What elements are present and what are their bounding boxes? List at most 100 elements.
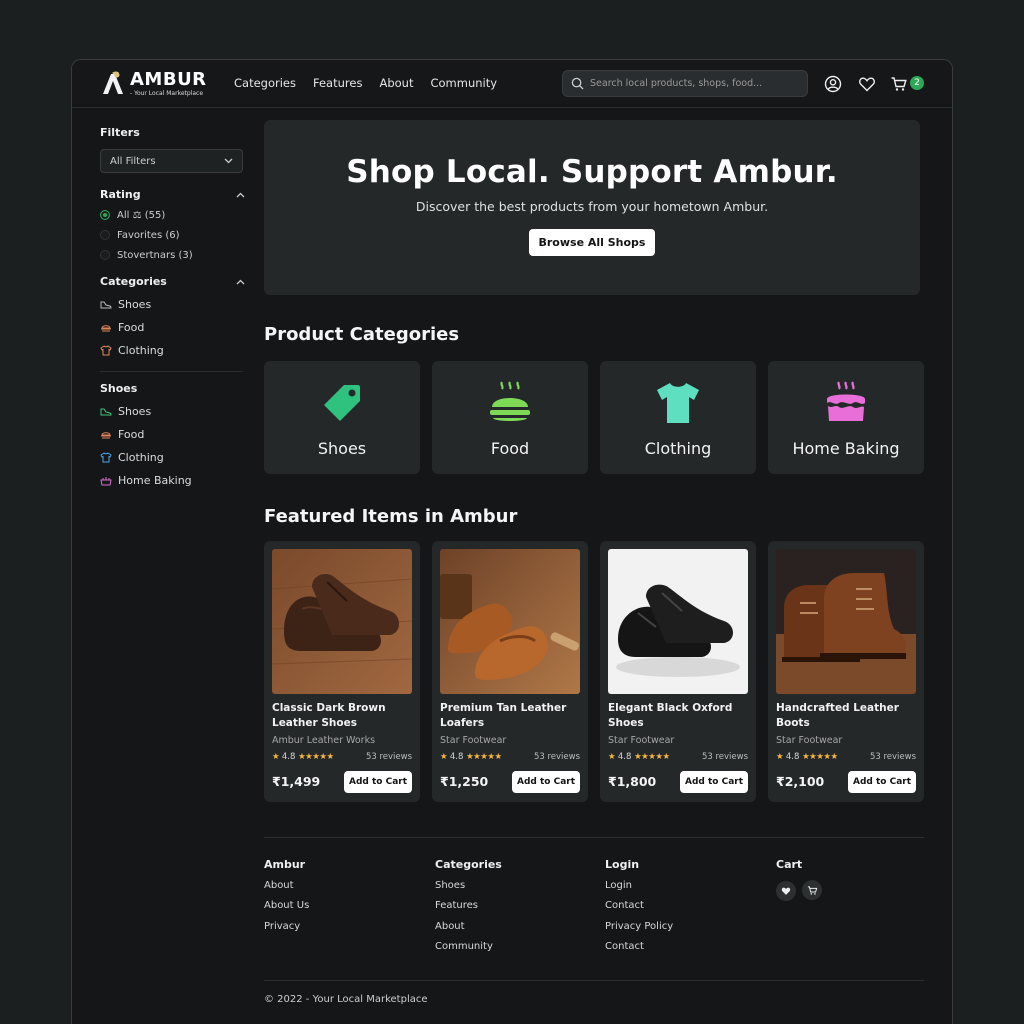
search-bar[interactable] xyxy=(562,70,808,97)
filter-select[interactable]: All Filters xyxy=(100,149,243,173)
footer-heart-button[interactable] xyxy=(776,880,796,901)
tag-icon xyxy=(324,385,360,421)
product-image[interactable] xyxy=(776,549,916,694)
brand-logo[interactable]: AMBUR - Your Local Marketplace xyxy=(100,69,207,97)
product-reviews: 53 reviews xyxy=(701,752,748,762)
cart-icon xyxy=(807,885,817,895)
footer-link[interactable]: Contact xyxy=(605,941,673,961)
star-rating-icons: ★★★★★ xyxy=(802,752,838,762)
category-card-home-baking[interactable]: Home Baking xyxy=(768,361,924,474)
product-card[interactable]: Premium Tan Leather Loafers Star Footwea… xyxy=(432,541,588,802)
add-to-cart-button[interactable]: Add to Cart xyxy=(512,771,580,793)
add-to-cart-button[interactable]: Add to Cart xyxy=(344,771,412,793)
product-image[interactable] xyxy=(608,549,748,694)
sidebar-item-shoes[interactable]: Shoes xyxy=(100,293,245,316)
hero-title: Shop Local. Support Ambur. xyxy=(346,154,838,190)
product-card[interactable]: Handcrafted Leather Boots Star Footwear … xyxy=(768,541,924,802)
rating-option-label: Favorites (6) xyxy=(117,229,180,241)
product-rating: ★ 4.8 ★★★★★ xyxy=(272,752,334,762)
shoe-icon xyxy=(100,301,112,308)
category-card-food[interactable]: Food xyxy=(432,361,588,474)
rating-value: 4.8 xyxy=(785,752,800,762)
product-name[interactable]: Handcrafted Leather Boots xyxy=(776,701,920,731)
footer-link[interactable]: Contact xyxy=(605,900,673,920)
star-icon: ★ xyxy=(272,752,280,762)
footer-link[interactable]: Privacy xyxy=(264,921,309,941)
add-to-cart-button[interactable]: Add to Cart xyxy=(848,771,916,793)
sidebar-item-label: Home Baking xyxy=(118,474,192,487)
add-to-cart-button[interactable]: Add to Cart xyxy=(680,771,748,793)
nav-features[interactable]: Features xyxy=(313,76,362,90)
cake-icon xyxy=(100,477,112,486)
search-input[interactable] xyxy=(590,78,800,89)
footer-link[interactable]: About xyxy=(264,880,309,900)
product-price: ₹1,800 xyxy=(608,774,657,789)
product-card[interactable]: Classic Dark Brown Leather Shoes Ambur L… xyxy=(264,541,420,802)
product-price: ₹1,499 xyxy=(272,774,321,789)
sidebar-item-label: Food xyxy=(118,428,145,441)
footer-link[interactable]: About xyxy=(435,921,502,941)
star-rating-icons: ★★★★★ xyxy=(634,752,670,762)
nav-community[interactable]: Community xyxy=(430,76,497,90)
product-name[interactable]: Classic Dark Brown Leather Shoes xyxy=(272,701,416,731)
logo-icon xyxy=(103,71,123,94)
radio-selected[interactable] xyxy=(100,210,110,220)
product-card[interactable]: Elegant Black Oxford Shoes Star Footwear… xyxy=(600,541,756,802)
footer-divider xyxy=(264,837,924,838)
star-rating-icons: ★★★★★ xyxy=(466,752,502,762)
heart-icon[interactable] xyxy=(858,75,876,93)
chevron-up-icon xyxy=(236,279,245,284)
footer-link[interactable]: Login xyxy=(605,880,673,900)
star-icon: ★ xyxy=(440,752,448,762)
chevron-up-icon xyxy=(236,192,245,197)
category-card-clothing[interactable]: Clothing xyxy=(600,361,756,474)
radio-unselected[interactable] xyxy=(100,250,110,260)
product-reviews: 53 reviews xyxy=(365,752,412,762)
footer-link[interactable]: Privacy Policy xyxy=(605,921,673,941)
category-label: Home Baking xyxy=(792,439,900,458)
food-icon xyxy=(101,432,111,439)
product-name[interactable]: Elegant Black Oxford Shoes xyxy=(608,701,752,731)
footer-link[interactable]: About Us xyxy=(264,900,309,920)
sidebar-item-home-baking[interactable]: Home Baking xyxy=(100,469,245,492)
cart-icon[interactable] xyxy=(890,75,908,93)
star-icon: ★ xyxy=(608,752,616,762)
nav-about[interactable]: About xyxy=(379,76,413,90)
product-image[interactable] xyxy=(272,549,412,694)
nav-categories[interactable]: Categories xyxy=(234,76,296,90)
tshirt-icon xyxy=(100,345,112,356)
footer-cart-button[interactable] xyxy=(802,880,822,900)
product-price: ₹1,250 xyxy=(440,774,489,789)
sidebar-item-label: Clothing xyxy=(118,344,164,357)
product-rating: ★ 4.8 ★★★★★ xyxy=(776,752,838,762)
radio-unselected[interactable] xyxy=(100,230,110,240)
rating-option-favorites[interactable]: Favorites (6) xyxy=(100,225,245,245)
sidebar-item-food[interactable]: Food xyxy=(100,316,245,339)
product-name[interactable]: Premium Tan Leather Loafers xyxy=(440,701,584,731)
product-shop[interactable]: Ambur Leather Works xyxy=(272,735,375,746)
sidebar-item-food[interactable]: Food xyxy=(100,423,245,446)
rating-option-all[interactable]: All ⚖ (55) xyxy=(100,205,245,225)
rating-option-third[interactable]: Stovertnars (3) xyxy=(100,245,245,265)
rating-value: 4.8 xyxy=(617,752,632,762)
category-card-shoes[interactable]: Shoes xyxy=(264,361,420,474)
product-shop[interactable]: Star Footwear xyxy=(776,735,842,746)
main-nav: Categories Features About Community xyxy=(234,76,497,90)
rating-header[interactable]: Rating xyxy=(100,188,245,201)
footer-link[interactable]: Features xyxy=(435,900,502,920)
sidebar-item-clothing[interactable]: Clothing xyxy=(100,446,245,469)
sidebar-divider xyxy=(100,371,243,372)
sidebar-item-clothing[interactable]: Clothing xyxy=(100,339,245,362)
app-window: AMBUR - Your Local Marketplace Categorie… xyxy=(71,59,953,1024)
footer-link[interactable]: Community xyxy=(435,941,502,961)
user-icon[interactable] xyxy=(824,75,842,93)
browse-shops-button[interactable]: Browse All Shops xyxy=(528,229,656,256)
product-shop[interactable]: Star Footwear xyxy=(608,735,674,746)
footer-link[interactable]: Shoes xyxy=(435,880,502,900)
brand-name: AMBUR xyxy=(130,69,207,90)
footer-col-categories: Categories Shoes Features About Communit… xyxy=(435,858,502,961)
product-image[interactable] xyxy=(440,549,580,694)
product-shop[interactable]: Star Footwear xyxy=(440,735,506,746)
sidebar-item-shoes[interactable]: Shoes xyxy=(100,400,245,423)
categories-header[interactable]: Categories xyxy=(100,275,245,288)
